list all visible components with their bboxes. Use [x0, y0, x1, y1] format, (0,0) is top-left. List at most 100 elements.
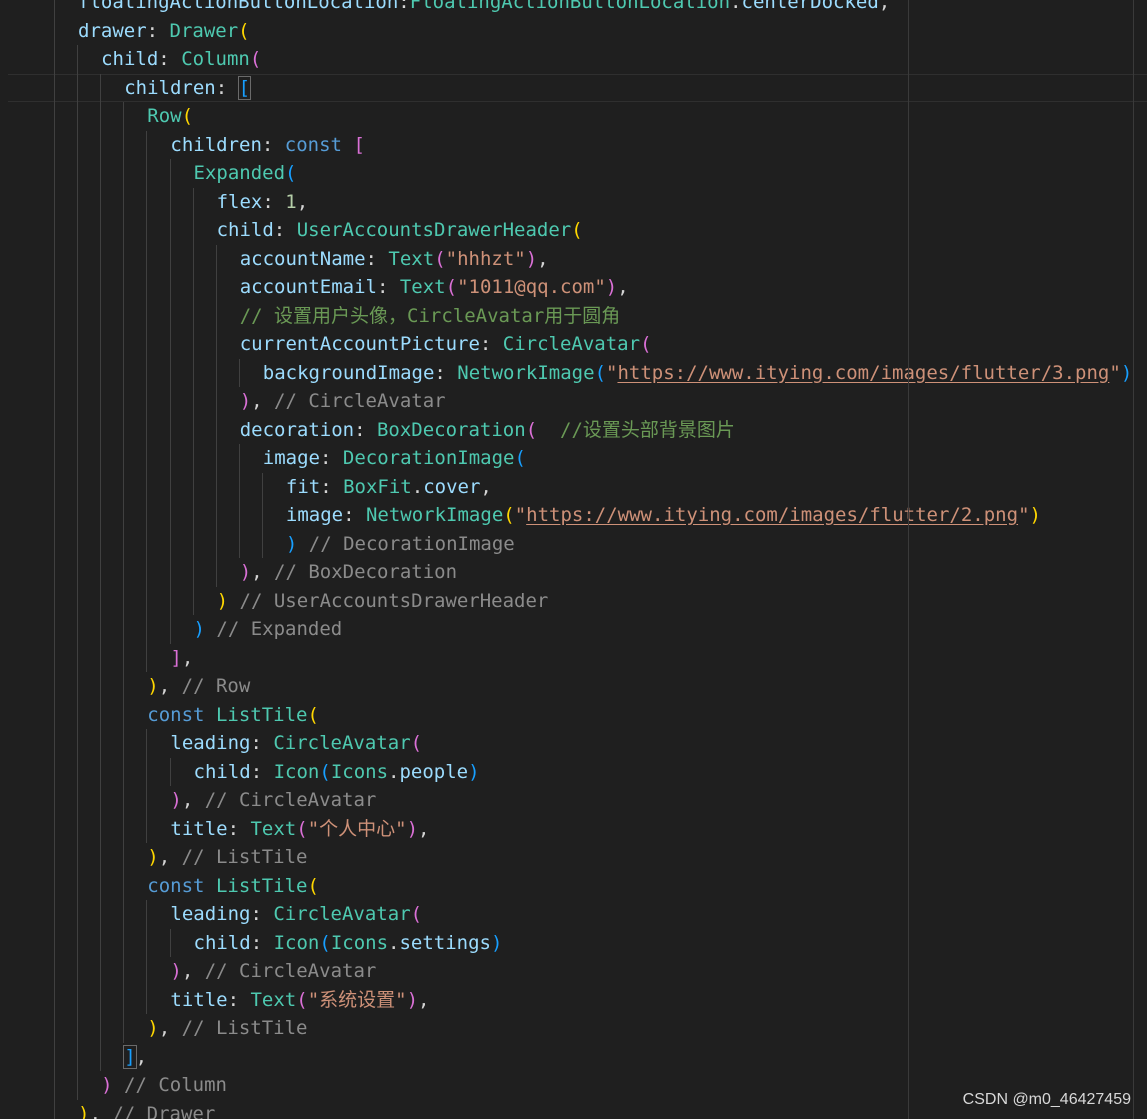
- code-token: CircleAvatar: [273, 903, 411, 925]
- code-token: ListTile: [215, 703, 308, 726]
- code-line[interactable]: // 设置用户头像，CircleAvatar用于圆角: [0, 301, 1147, 330]
- code-line[interactable]: ), // BoxDecoration: [0, 558, 1147, 587]
- code-token: ): [285, 532, 298, 555]
- code-line[interactable]: ), // CircleAvatar: [0, 387, 1147, 416]
- code-line[interactable]: currentAccountPicture: CircleAvatar(: [0, 330, 1147, 359]
- code-line[interactable]: child: Icon(Icons.people): [0, 757, 1147, 787]
- indent-guide: [77, 159, 79, 188]
- code-token: ): [605, 276, 618, 298]
- code-token: ,: [418, 817, 430, 840]
- code-token: (: [307, 703, 319, 726]
- indent-guide: [100, 1042, 102, 1071]
- code-line[interactable]: const ListTile(: [0, 871, 1147, 900]
- code-line[interactable]: accountName: Text("hhhzt"),: [0, 244, 1147, 273]
- code-token: Icons: [330, 931, 389, 954]
- code-line[interactable]: accountEmail: Text("1011@qq.com"),: [0, 273, 1147, 302]
- code-line[interactable]: Expanded(: [0, 159, 1147, 188]
- code-token: (: [503, 504, 515, 526]
- code-line[interactable]: ) // Expanded: [0, 615, 1147, 644]
- code-token: backgroundImage: [262, 361, 435, 384]
- code-line[interactable]: floatingActionButtonLocation:FloatingAct…: [0, 0, 1147, 17]
- code-line[interactable]: children: const [: [0, 130, 1147, 159]
- code-line[interactable]: ), // ListTile: [0, 843, 1147, 872]
- code-line[interactable]: flex: 1,: [0, 187, 1147, 216]
- code-line[interactable]: image: DecorationImage(: [0, 444, 1147, 473]
- code-token: ": [606, 361, 618, 384]
- indent-guide: [54, 643, 55, 672]
- code-text: title: Text("个人中心"),: [170, 815, 429, 844]
- code-line[interactable]: children: [: [0, 73, 1147, 103]
- code-text: decoration: BoxDecoration( //设置头部背景图片: [240, 416, 735, 445]
- code-line[interactable]: title: Text("系统设置"),: [0, 985, 1147, 1014]
- code-token: ,: [89, 1102, 113, 1119]
- code-line[interactable]: child: UserAccountsDrawerHeader(: [0, 216, 1147, 245]
- code-token[interactable]: https://www.itying.com/images/flutter/2.…: [526, 504, 1018, 526]
- code-token: ,: [181, 960, 205, 982]
- code-line[interactable]: leading: CircleAvatar(: [0, 729, 1147, 758]
- code-line[interactable]: ],: [0, 643, 1147, 672]
- code-token: ,: [181, 646, 194, 669]
- code-line[interactable]: ), // Row: [0, 672, 1147, 701]
- code-line[interactable]: backgroundImage: NetworkImage("https://w…: [0, 358, 1147, 387]
- code-text: children: [: [124, 74, 252, 103]
- code-line[interactable]: Row(: [0, 102, 1147, 131]
- indent-guide: [146, 244, 148, 273]
- code-editor[interactable]: floatingActionButtonLocation:FloatingAct…: [0, 0, 1147, 1119]
- code-line[interactable]: drawer: Drawer(: [0, 16, 1147, 45]
- indent-guide: [77, 957, 79, 986]
- code-token: // UserAccountsDrawerHeader: [239, 589, 549, 612]
- indent-guide: [123, 501, 125, 530]
- indent-guide: [54, 102, 55, 131]
- indent-guide: [77, 301, 79, 330]
- code-text: child: Icon(Icons.people): [194, 758, 480, 787]
- code-line[interactable]: ), // CircleAvatar: [0, 786, 1147, 815]
- code-text: child: Column(: [101, 45, 261, 74]
- indent-guide: [54, 273, 55, 302]
- indent-guide: [100, 73, 102, 102]
- code-line[interactable]: title: Text("个人中心"),: [0, 814, 1147, 844]
- code-token: NetworkImage: [457, 361, 595, 384]
- code-line[interactable]: const ListTile(: [0, 700, 1147, 729]
- code-token: :: [343, 504, 366, 526]
- indent-guide: [169, 301, 171, 330]
- indent-guide: [215, 244, 217, 273]
- code-line[interactable]: child: Column(: [0, 45, 1147, 74]
- code-line[interactable]: child: Icon(Icons.settings): [0, 928, 1147, 957]
- code-token: //设置头部背景图片: [560, 418, 735, 441]
- code-token: 1: [285, 190, 297, 213]
- watermark: CSDN @m0_46427459: [962, 1091, 1131, 1108]
- code-line[interactable]: fit: BoxFit.cover,: [0, 472, 1147, 501]
- indent-guide: [77, 102, 79, 131]
- code-line[interactable]: decoration: BoxDecoration( //设置头部背景图片: [0, 415, 1147, 445]
- code-line[interactable]: image: NetworkImage("https://www.itying.…: [0, 501, 1147, 530]
- code-token: :: [262, 190, 286, 213]
- code-token: BoxDecoration: [376, 418, 526, 441]
- code-token[interactable]: https://www.itying.com/images/flutter/3.…: [617, 362, 1109, 384]
- code-token: ,: [251, 390, 275, 412]
- indent-guide: [77, 472, 79, 501]
- indent-guide: [123, 187, 125, 216]
- code-token: ): [101, 1074, 113, 1096]
- indent-guide: [77, 871, 79, 900]
- indent-guide: [54, 16, 55, 45]
- indent-guide: [123, 786, 125, 815]
- indent-guide: [192, 415, 194, 444]
- code-line[interactable]: ],: [0, 1042, 1147, 1071]
- code-line[interactable]: leading: CircleAvatar(: [0, 900, 1147, 929]
- code-line[interactable]: ) // UserAccountsDrawerHeader: [0, 586, 1147, 616]
- code-token: image: [262, 447, 320, 469]
- indent-guide: [215, 472, 217, 501]
- code-token: child: [101, 48, 159, 70]
- code-token: const: [284, 133, 342, 156]
- code-line[interactable]: ) // DecorationImage: [0, 529, 1147, 558]
- indent-guide: [100, 928, 102, 957]
- indent-guide: [77, 358, 79, 387]
- indent-guide: [146, 358, 148, 387]
- code-text: ) // UserAccountsDrawerHeader: [217, 587, 549, 616]
- code-area[interactable]: floatingActionButtonLocation:FloatingAct…: [0, 0, 1147, 1119]
- indent-guide: [123, 301, 125, 330]
- code-text: ), // Row: [147, 672, 250, 701]
- indent-guide: [146, 159, 148, 188]
- code-line[interactable]: ), // CircleAvatar: [0, 957, 1147, 986]
- code-line[interactable]: ), // ListTile: [0, 1014, 1147, 1043]
